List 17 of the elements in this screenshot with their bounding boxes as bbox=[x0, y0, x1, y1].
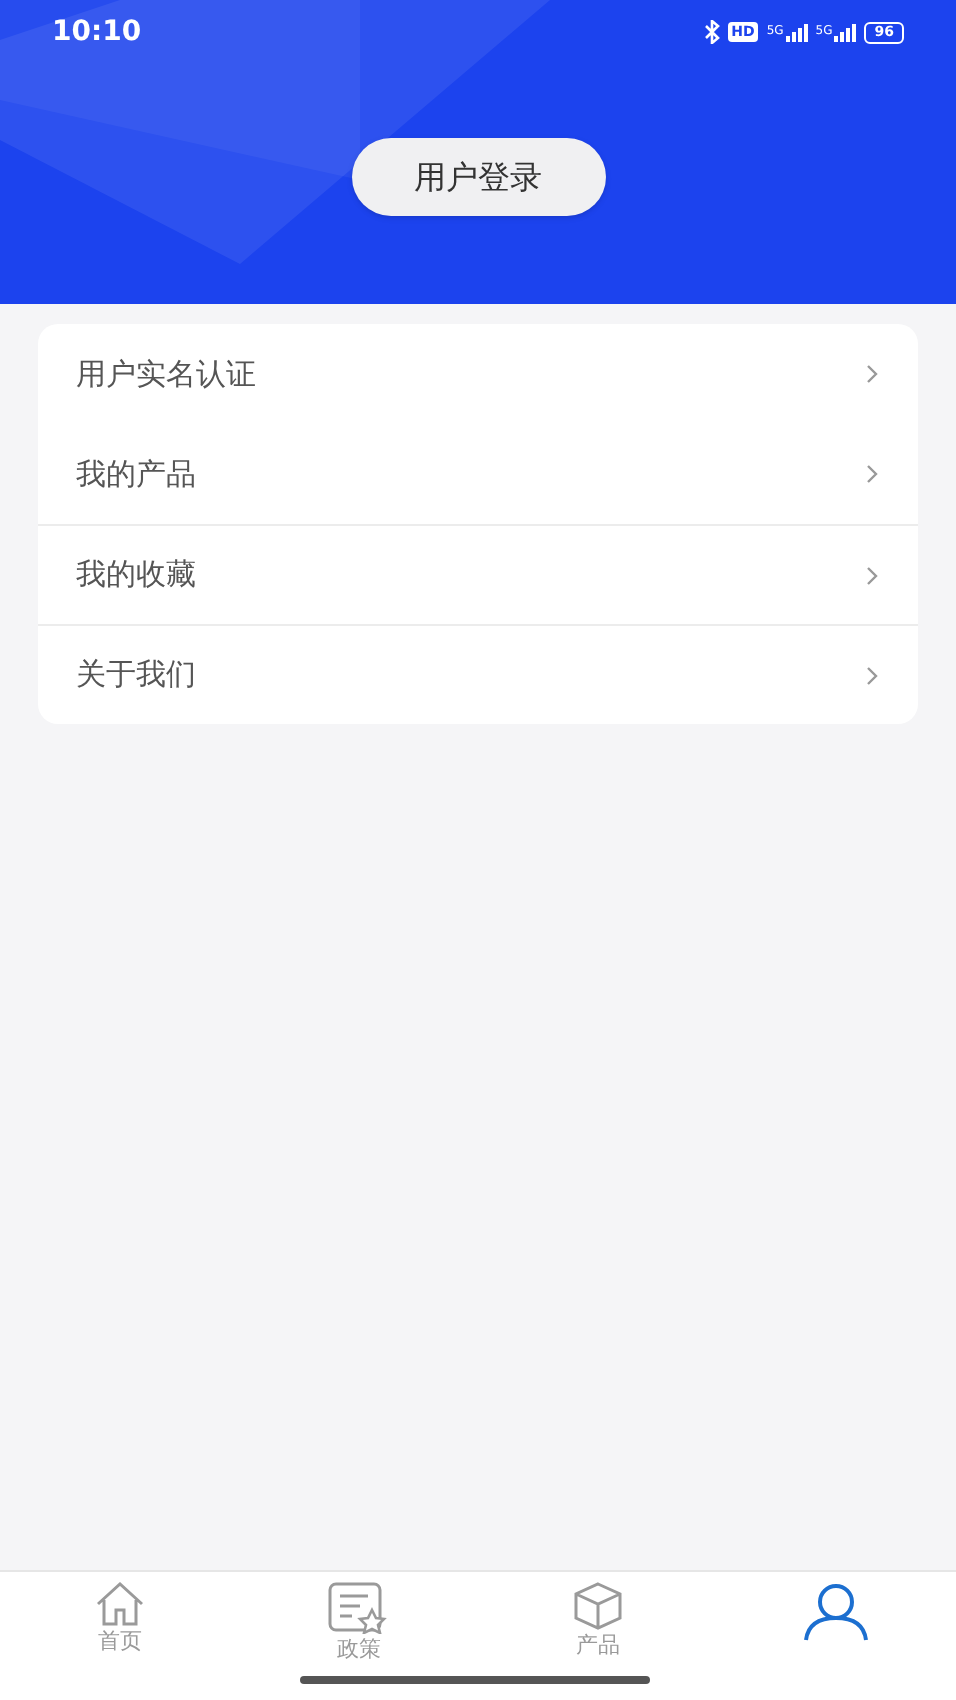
person-icon bbox=[802, 1582, 871, 1642]
document-star-icon bbox=[328, 1582, 389, 1634]
chevron-right-icon bbox=[866, 565, 878, 585]
box-icon bbox=[571, 1582, 624, 1630]
menu-item[interactable]: 关于我们 bbox=[38, 624, 918, 724]
signal-icon bbox=[834, 23, 857, 41]
login-button[interactable]: 用户登录 bbox=[351, 138, 605, 216]
bluetooth-icon bbox=[703, 20, 720, 44]
clock: 10:10 bbox=[52, 13, 142, 51]
menu-item[interactable]: 我的产品 bbox=[38, 424, 918, 524]
menu-item[interactable]: 用户实名认证 bbox=[38, 324, 918, 424]
menu-item[interactable]: 我的收藏 bbox=[38, 524, 918, 624]
chevron-right-icon bbox=[866, 464, 878, 484]
signal-icon bbox=[785, 23, 808, 41]
home-icon bbox=[93, 1582, 146, 1626]
chevron-right-icon bbox=[866, 364, 878, 384]
chevron-right-icon bbox=[866, 665, 878, 685]
